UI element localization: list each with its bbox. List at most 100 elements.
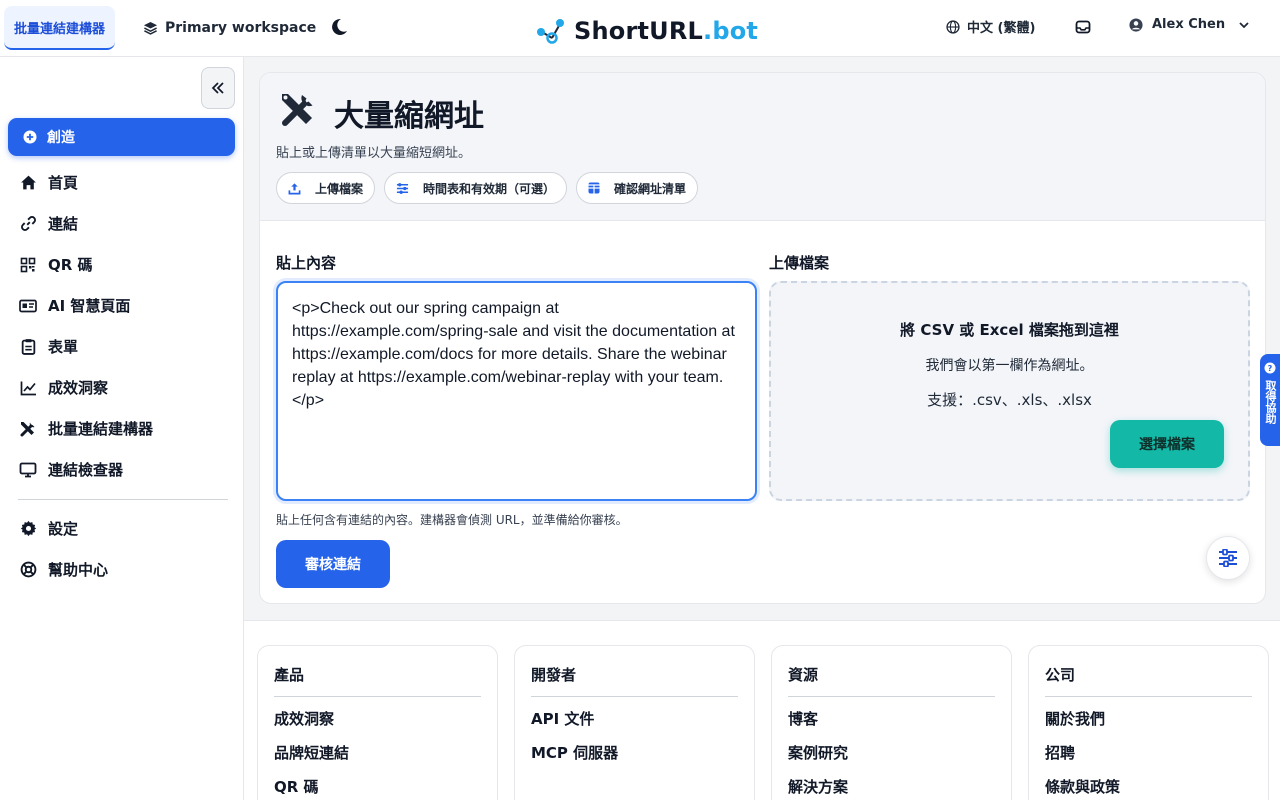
sidebar-item-bulk-builder[interactable]: 批量連結建構器 bbox=[18, 408, 228, 449]
sidebar-item-label: 幫助中心 bbox=[48, 561, 109, 579]
brand-name: ShortURL.bot bbox=[574, 17, 759, 45]
sidebar-item-forms[interactable]: 表單 bbox=[18, 326, 228, 367]
lifebuoy-icon bbox=[18, 560, 38, 580]
brand-logo[interactable]: ShortURL.bot bbox=[536, 14, 758, 48]
chip-label: 確認網址清單 bbox=[614, 181, 687, 196]
card-header: 大量縮網址 貼上或上傳清單以大量縮短網址。 上傳檔案 時間表和有效期（可選） 確… bbox=[260, 73, 1265, 221]
footer-column-title: 公司 bbox=[1045, 664, 1252, 697]
footer-column-developers: 開發者 API 文件 MCP 伺服器 bbox=[514, 645, 755, 800]
svg-text:?: ? bbox=[1268, 364, 1273, 373]
footer-link[interactable]: 解決方案 bbox=[788, 777, 995, 800]
sidebar-item-label: 連結檢查器 bbox=[48, 461, 124, 479]
plus-circle-icon bbox=[23, 130, 37, 144]
sidebar-item-ai-pages[interactable]: AI 智慧頁面 bbox=[18, 285, 228, 326]
page-subtitle: 貼上或上傳清單以大量縮短網址。 bbox=[276, 146, 472, 161]
top-bar: 批量連結建構器 Primary workspace ShortURL.bot 中… bbox=[0, 0, 1280, 57]
language-label: 中文 (繁體) bbox=[967, 21, 1036, 36]
footer-link[interactable]: 案例研究 bbox=[788, 743, 995, 777]
sidebar-item-label: 表單 bbox=[48, 338, 79, 356]
upload-icon bbox=[288, 182, 301, 194]
get-help-label: 取得協助 bbox=[1264, 380, 1277, 424]
footer-link[interactable]: 品牌短連結 bbox=[274, 743, 481, 777]
inbox-icon[interactable] bbox=[1075, 19, 1091, 35]
help-circle-icon: ? bbox=[1264, 362, 1276, 374]
workspace-switcher[interactable]: Primary workspace bbox=[143, 17, 316, 39]
upload-label: 上傳檔案 bbox=[769, 254, 830, 272]
review-links-button[interactable]: 審核連結 bbox=[276, 540, 390, 588]
footer-column-company: 公司 關於我們 招聘 條款與政策 bbox=[1028, 645, 1269, 800]
sidebar-item-label: 批量連結建構器 bbox=[48, 420, 154, 438]
double-chevron-left-icon bbox=[211, 82, 224, 94]
user-avatar-icon bbox=[1129, 17, 1143, 32]
sidebar-item-label: 首頁 bbox=[48, 174, 79, 192]
paste-helper-text: 貼上任何含有連結的內容。建構器會偵測 URL，並準備給你審核。 bbox=[276, 513, 628, 527]
link-icon bbox=[18, 214, 38, 234]
sidebar-item-label: QR 碼 bbox=[48, 256, 93, 274]
step-chips: 上傳檔案 時間表和有效期（可選） 確認網址清單 bbox=[276, 172, 699, 204]
paste-content-textarea[interactable]: <p>Check out our spring campaign at http… bbox=[276, 281, 757, 501]
collapse-sidebar-button[interactable] bbox=[201, 67, 235, 109]
share-nodes-icon bbox=[537, 19, 564, 44]
file-drop-zone[interactable]: 將 CSV 或 Excel 檔案拖到這裡 我們會以第一欄作為網址。 支援：.cs… bbox=[769, 281, 1250, 501]
bulk-shorten-card: 大量縮網址 貼上或上傳清單以大量縮短網址。 上傳檔案 時間表和有效期（可選） 確… bbox=[259, 72, 1266, 604]
sidebar-item-label: 成效洞察 bbox=[48, 379, 109, 397]
footer-link[interactable]: 招聘 bbox=[1045, 743, 1252, 777]
footer-link[interactable]: 博客 bbox=[788, 709, 995, 743]
layers-icon bbox=[143, 21, 158, 35]
chip-label: 上傳檔案 bbox=[315, 181, 364, 196]
id-card-icon bbox=[18, 296, 38, 316]
footer-column-title: 產品 bbox=[274, 664, 481, 697]
tools-icon bbox=[282, 94, 313, 126]
sidebar-item-home[interactable]: 首頁 bbox=[18, 162, 228, 203]
footer-column-title: 開發者 bbox=[531, 664, 738, 697]
sidebar-item-label: AI 智慧頁面 bbox=[48, 297, 131, 315]
user-menu[interactable]: Alex Chen bbox=[1129, 17, 1250, 32]
main-content: 大量縮網址 貼上或上傳清單以大量縮短網址。 上傳檔案 時間表和有效期（可選） 確… bbox=[244, 57, 1280, 800]
footer-link[interactable]: 成效洞察 bbox=[274, 709, 481, 743]
supported-formats: 支援：.csv、.xls、.xlsx bbox=[927, 391, 1092, 409]
qr-code-icon bbox=[18, 255, 38, 275]
drop-title: 將 CSV 或 Excel 檔案拖到這裡 bbox=[900, 321, 1119, 339]
sidebar-item-links[interactable]: 連結 bbox=[18, 203, 228, 244]
footer: 產品 成效洞察 品牌短連結 QR 碼 開發者 API 文件 MCP 伺服器 資源… bbox=[244, 620, 1280, 800]
chip-confirm-list[interactable]: 確認網址清單 bbox=[576, 172, 699, 204]
chip-upload-file[interactable]: 上傳檔案 bbox=[276, 172, 376, 204]
sidebar-item-settings[interactable]: 設定 bbox=[18, 508, 228, 549]
sliders-icon bbox=[396, 182, 409, 194]
sidebar-divider bbox=[18, 499, 228, 500]
create-button[interactable]: 創造 bbox=[8, 118, 235, 156]
sidebar: 創造 首頁 連結 QR 碼 AI 智慧頁面 表單 成效洞察 批量連結建構器 連結… bbox=[0, 57, 244, 800]
footer-column-product: 產品 成效洞察 品牌短連結 QR 碼 bbox=[257, 645, 498, 800]
table-icon bbox=[588, 182, 600, 194]
tab-bulk-link-builder[interactable]: 批量連結建構器 bbox=[4, 6, 115, 50]
user-name: Alex Chen bbox=[1152, 17, 1226, 32]
moon-icon[interactable] bbox=[329, 16, 349, 38]
chart-line-icon bbox=[18, 378, 38, 398]
sidebar-item-qr-codes[interactable]: QR 碼 bbox=[18, 244, 228, 285]
chip-schedule-expiry[interactable]: 時間表和有效期（可選） bbox=[384, 172, 568, 204]
sidebar-item-link-checker[interactable]: 連結檢查器 bbox=[18, 449, 228, 490]
footer-column-title: 資源 bbox=[788, 664, 995, 697]
paste-label: 貼上內容 bbox=[276, 254, 337, 272]
footer-link[interactable]: MCP 伺服器 bbox=[531, 743, 738, 777]
sidebar-item-label: 設定 bbox=[48, 520, 79, 538]
sidebar-item-label: 連結 bbox=[48, 215, 79, 233]
sidebar-item-help-center[interactable]: 幫助中心 bbox=[18, 549, 228, 590]
globe-icon bbox=[946, 19, 960, 34]
options-button[interactable] bbox=[1206, 536, 1250, 580]
monitor-icon bbox=[18, 460, 38, 480]
get-help-tab[interactable]: ? 取得協助 bbox=[1260, 354, 1280, 446]
gear-icon bbox=[18, 519, 38, 539]
footer-column-resources: 資源 博客 案例研究 解決方案 bbox=[771, 645, 1012, 800]
language-selector[interactable]: 中文 (繁體) bbox=[946, 17, 1035, 36]
footer-link[interactable]: API 文件 bbox=[531, 709, 738, 743]
workspace-label: Primary workspace bbox=[165, 20, 317, 36]
sidebar-item-insights[interactable]: 成效洞察 bbox=[18, 367, 228, 408]
footer-link[interactable]: 條款與政策 bbox=[1045, 777, 1252, 800]
choose-file-button[interactable]: 選擇檔案 bbox=[1110, 420, 1224, 468]
sliders-icon bbox=[1219, 549, 1237, 567]
footer-link[interactable]: 關於我們 bbox=[1045, 709, 1252, 743]
footer-link[interactable]: QR 碼 bbox=[274, 777, 481, 800]
chevron-down-icon bbox=[1239, 21, 1249, 28]
create-label: 創造 bbox=[47, 130, 75, 146]
